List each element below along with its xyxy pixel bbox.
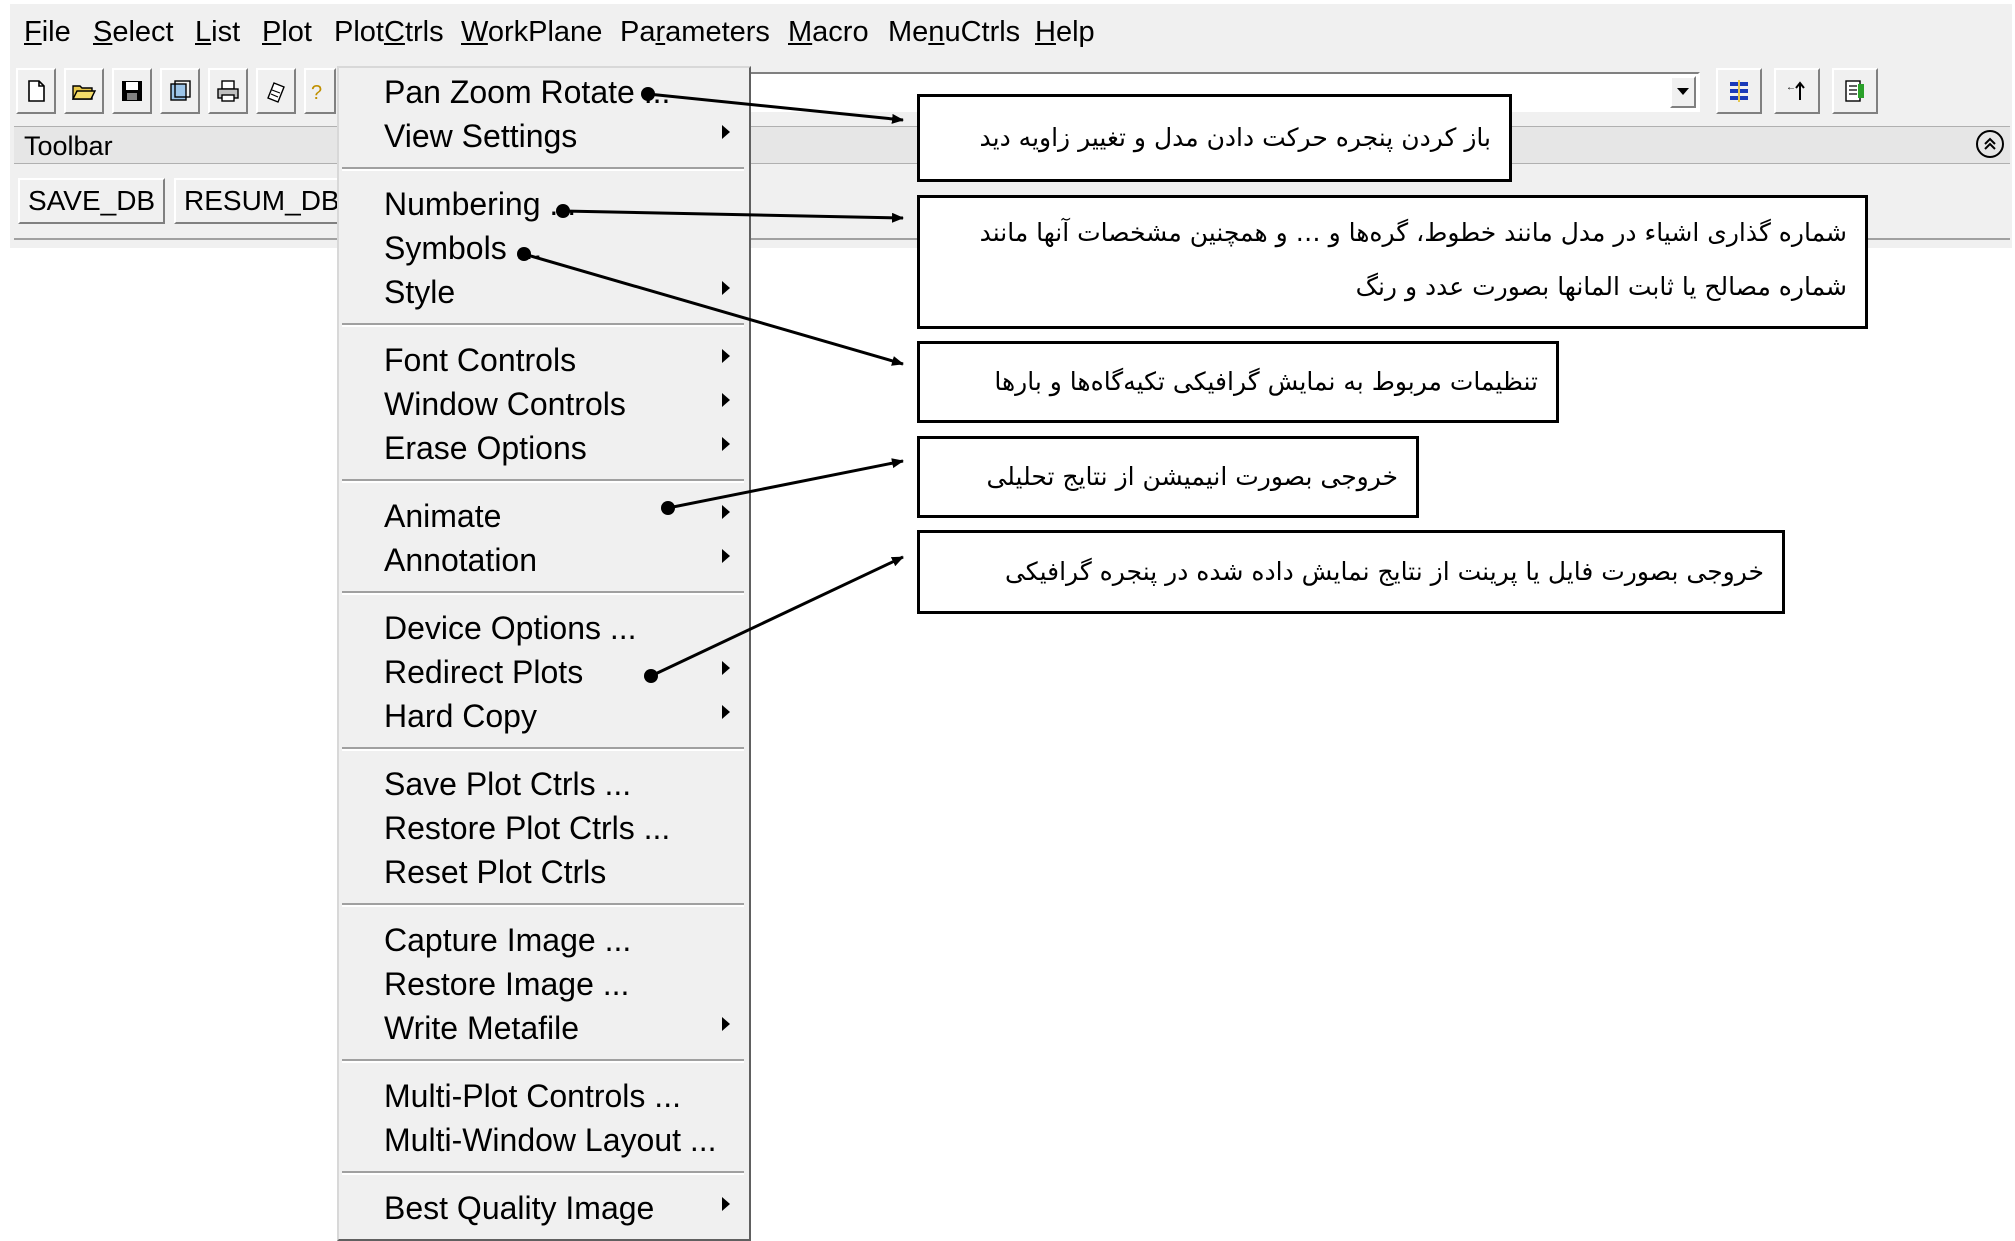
arrow-pan-zoom-rotate	[641, 87, 904, 124]
annotation-arrows	[517, 87, 904, 683]
arrow-redirect-plots	[644, 555, 904, 683]
arrow-symbols	[517, 247, 904, 366]
arrow-animate	[661, 458, 904, 515]
arrow-numbering	[556, 204, 904, 223]
